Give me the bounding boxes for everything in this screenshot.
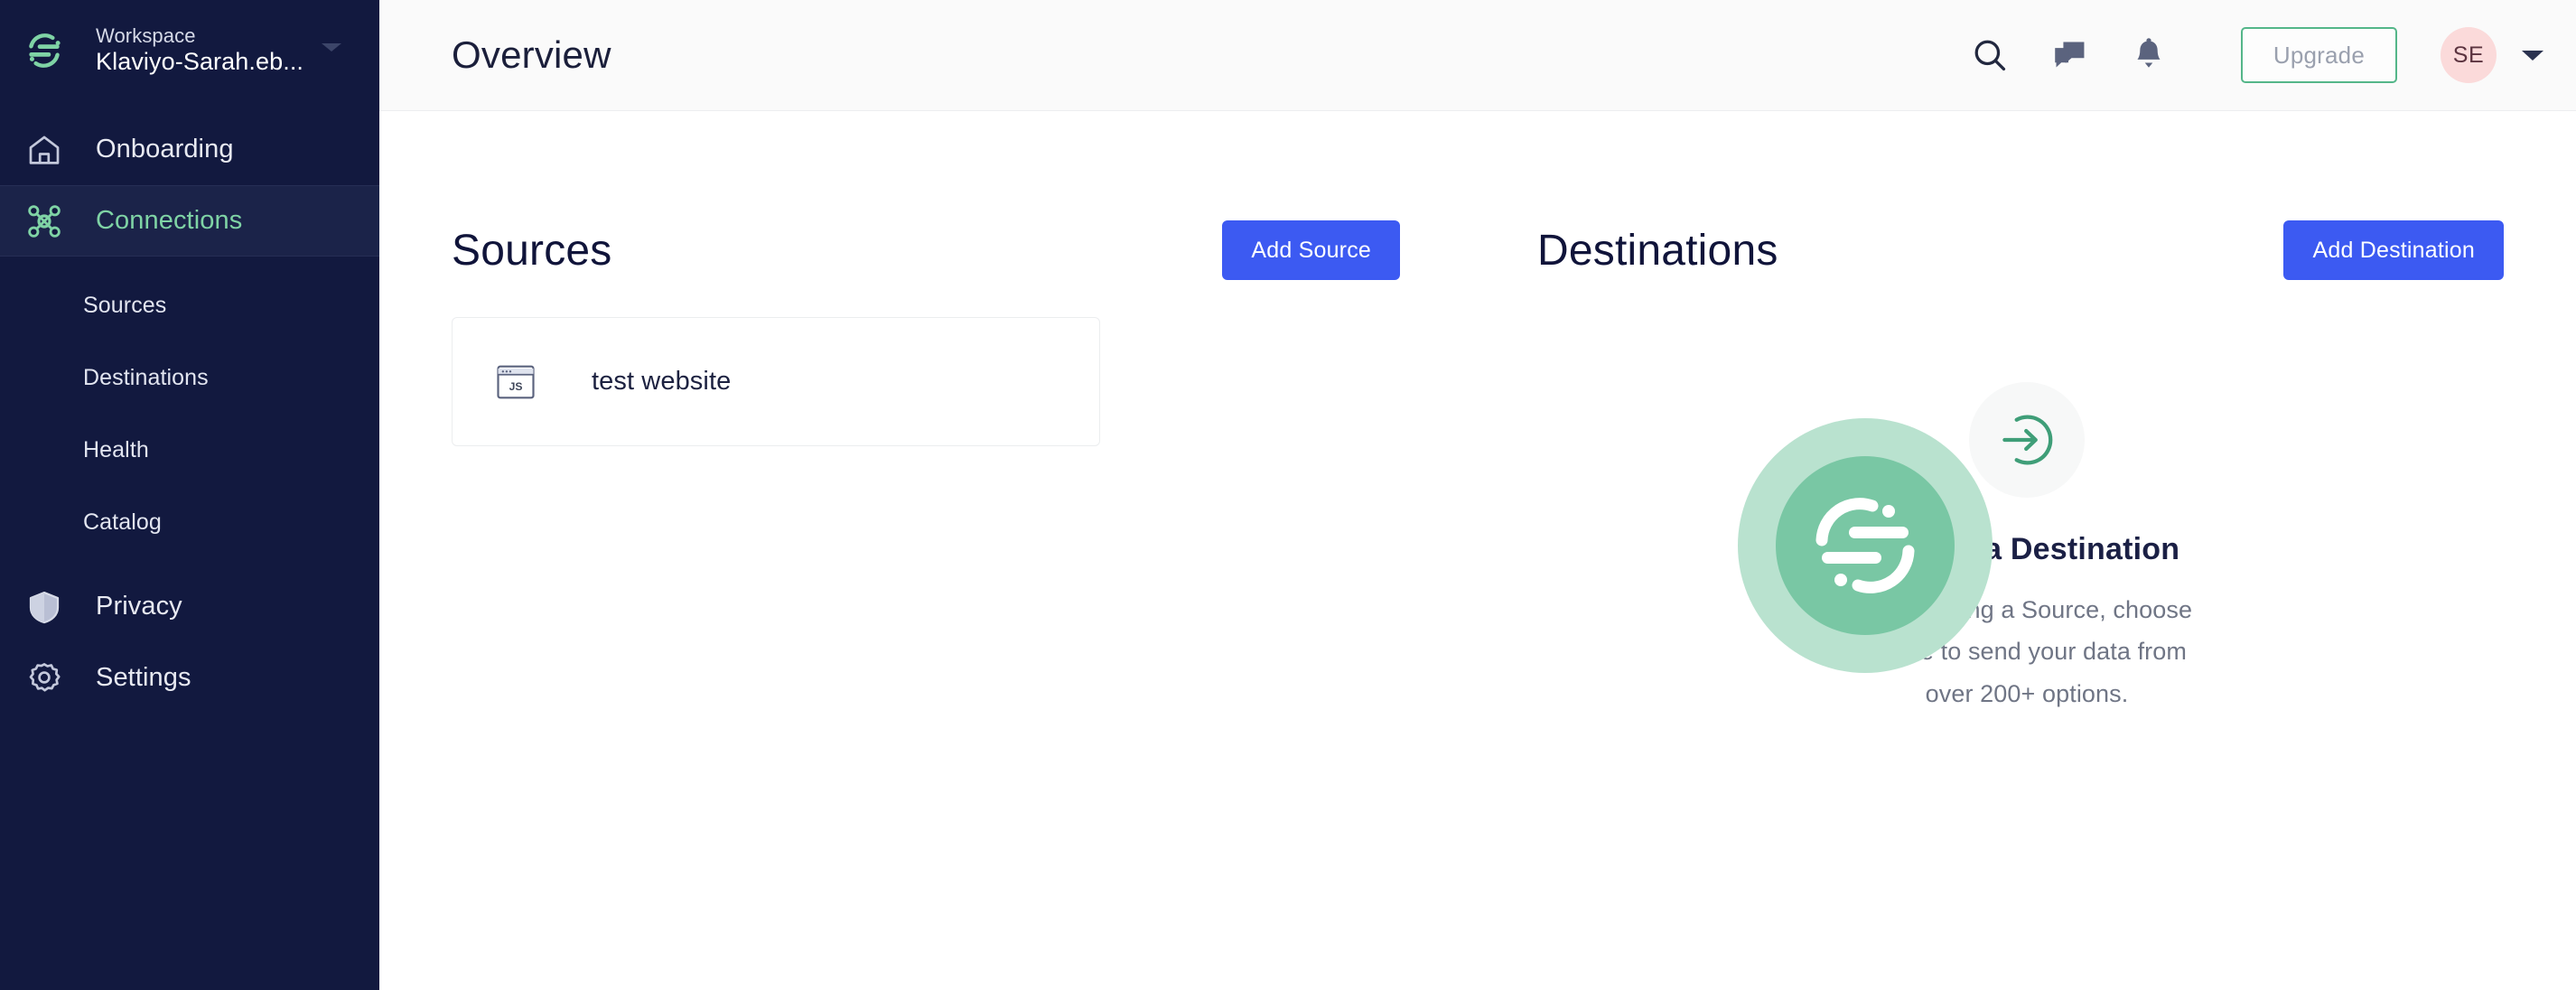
destinations-column: Destinations Add Destination Enable a De… xyxy=(1478,111,2576,990)
content-area: Sources Add Source JS test website Desti… xyxy=(379,111,2576,990)
segment-logo-icon xyxy=(20,26,69,75)
workspace-label: Workspace xyxy=(96,24,196,48)
source-card[interactable]: JS test website xyxy=(452,317,1100,446)
sidebar-item-label: Privacy xyxy=(96,592,182,621)
sidebar-item-connections[interactable]: Connections xyxy=(0,185,379,257)
bell-icon[interactable] xyxy=(2114,21,2183,89)
topbar: Overview Upgrade SE xyxy=(379,0,2576,111)
add-source-button[interactable]: Add Source xyxy=(1222,220,1400,280)
sidebar-subitem-label: Destinations xyxy=(83,364,209,390)
workspace-name: Klaviyo-Sarah.eb... xyxy=(96,48,304,76)
workspace-switcher[interactable]: Workspace Klaviyo-Sarah.eb... xyxy=(0,0,379,101)
sidebar-item-privacy[interactable]: Privacy xyxy=(0,571,379,642)
sidebar-item-onboarding[interactable]: Onboarding xyxy=(0,114,379,185)
destinations-empty-state: Enable a Destination After adding a Sour… xyxy=(1478,382,2576,714)
sidebar-item-catalog[interactable]: Catalog xyxy=(0,486,379,558)
destinations-title: Destinations xyxy=(1537,226,1778,275)
add-destination-button[interactable]: Add Destination xyxy=(2283,220,2504,280)
page-title: Overview xyxy=(452,33,611,76)
avatar[interactable]: SE xyxy=(2441,27,2497,83)
search-icon[interactable] xyxy=(1955,21,2024,89)
sidebar-item-label: Settings xyxy=(96,663,191,692)
sidebar-subitem-label: Sources xyxy=(83,292,167,318)
caret-down-icon[interactable] xyxy=(322,43,341,51)
sources-title: Sources xyxy=(452,226,612,275)
app-root: Workspace Klaviyo-Sarah.eb... Onboarding xyxy=(0,0,2576,990)
sidebar-item-label: Onboarding xyxy=(96,135,234,163)
shield-icon xyxy=(20,583,69,631)
connections-icon xyxy=(20,197,69,246)
home-icon xyxy=(20,126,69,174)
sidebar-subitem-label: Catalog xyxy=(83,509,162,535)
gear-icon xyxy=(20,654,69,703)
caret-down-icon[interactable] xyxy=(2522,50,2543,61)
sidebar-subitem-label: Health xyxy=(83,436,149,462)
sidebar-item-label: Connections xyxy=(96,206,243,235)
topbar-actions: Upgrade SE xyxy=(1945,21,2543,89)
sidebar-item-destinations[interactable]: Destinations xyxy=(0,341,379,414)
main-area: Overview Upgrade SE Sources Add Source J… xyxy=(379,0,2576,990)
source-name: test website xyxy=(592,367,732,396)
sidebar: Workspace Klaviyo-Sarah.eb... Onboarding xyxy=(0,0,379,990)
sidebar-item-sources[interactable]: Sources xyxy=(0,269,379,341)
upgrade-button[interactable]: Upgrade xyxy=(2240,27,2397,83)
sources-header: Sources Add Source xyxy=(379,209,1478,292)
javascript-browser-icon: JS xyxy=(492,359,539,406)
segment-logo-icon xyxy=(1738,418,1993,673)
destinations-header: Destinations Add Destination xyxy=(1478,209,2576,292)
sidebar-item-settings[interactable]: Settings xyxy=(0,642,379,714)
svg-text:JS: JS xyxy=(509,380,523,393)
chat-bubbles-icon[interactable] xyxy=(2035,21,2104,89)
sidebar-item-health[interactable]: Health xyxy=(0,414,379,486)
workspace-text: Workspace Klaviyo-Sarah.eb... xyxy=(96,24,303,77)
sources-column: Sources Add Source JS test website xyxy=(379,111,1478,990)
